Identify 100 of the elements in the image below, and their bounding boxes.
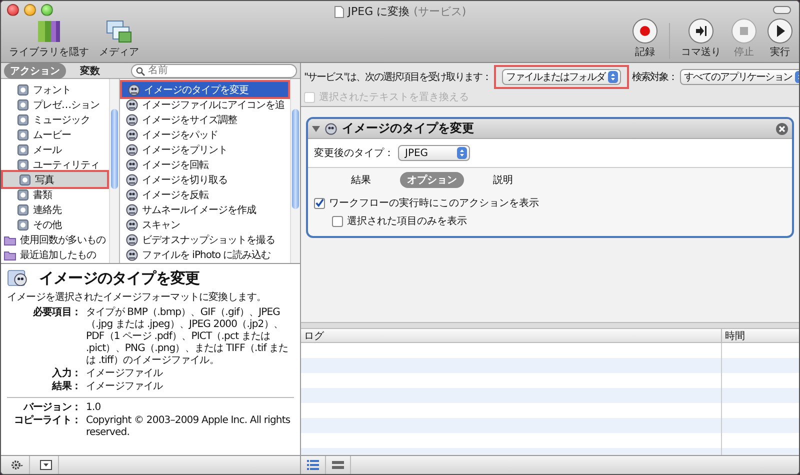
field-label: 必要項目：	[32, 307, 81, 320]
option-label: 選択された項目のみを表示	[347, 214, 467, 228]
target-label: 検索対象：	[632, 70, 678, 84]
category-item[interactable]: メール	[1, 142, 109, 157]
record-icon	[632, 18, 658, 44]
popup-value: ファイルまたはフォルダ	[506, 71, 606, 84]
popup-value: JPEG	[405, 148, 428, 158]
search-field[interactable]: 名前	[131, 64, 297, 78]
split-handle[interactable]	[301, 323, 799, 329]
category-item[interactable]: ムービー	[1, 127, 109, 142]
folder-icon	[4, 234, 16, 246]
card-tab[interactable]: 結果	[344, 172, 378, 188]
category-item[interactable]: ユーティリティ	[1, 157, 109, 172]
action-item[interactable]: イメージを切り取る	[120, 172, 290, 187]
action-item[interactable]: ファイルを iPhoto に読み込む	[120, 247, 290, 262]
category-label: フォント	[33, 84, 71, 96]
option-label: ワークフローの実行時にこのアクションを表示	[329, 196, 539, 210]
action-item[interactable]: イメージファイルにアイコンを追	[120, 97, 290, 112]
category-icon	[17, 144, 29, 156]
robot-icon	[126, 174, 138, 186]
stepper-icon	[608, 71, 618, 83]
category-item[interactable]: その他	[1, 217, 109, 232]
action-label: イメージファイルにアイコンを追	[142, 98, 284, 112]
field-value: タイプが BMP（.bmp）、GIF（.gif）、JPEG（.jpg または .jpeg）、JPEG 2000（.jp2）、PDF（1 ページ .pdf）、PICT（.pct または .pict）、PNG（.png）、または TIFF（.tif または .tiff）のイメージファイル。	[86, 307, 290, 367]
stepper-icon	[457, 147, 467, 159]
category-item[interactable]: 書類	[1, 187, 109, 202]
document-icon	[334, 6, 344, 18]
category-item[interactable]: 使用回数が多いもの	[1, 232, 109, 247]
field-label: 入力：	[51, 368, 81, 380]
action-item[interactable]: イメージを回転	[120, 157, 290, 172]
close-button[interactable]	[7, 4, 19, 16]
category-icon	[17, 218, 29, 230]
robot-icon	[126, 234, 138, 246]
category-label: 最近追加したもの	[20, 248, 96, 262]
robot-icon	[126, 128, 138, 140]
robot-icon	[126, 114, 138, 126]
action-label: イメージをプリント	[142, 144, 228, 156]
action-item[interactable]: イメージのタイプを変更	[122, 82, 288, 97]
action-label: イメージのタイプを変更	[144, 84, 248, 96]
checkbox[interactable]	[332, 216, 343, 226]
library-tab[interactable]: 変数	[74, 62, 106, 78]
field-label: バージョン：	[22, 402, 81, 414]
action-item[interactable]: サムネールイメージを作成	[120, 202, 290, 217]
toolbar-button[interactable]: ライブラリを隠す	[7, 18, 91, 59]
category-item[interactable]: プレゼ…ション	[1, 97, 109, 112]
checkbox[interactable]	[314, 198, 325, 208]
field-value: 1.0	[86, 402, 102, 414]
category-label: ムービー	[33, 128, 71, 142]
action-label: イメージをパッド	[142, 128, 218, 142]
popup-value: すべてのアプリケーション	[684, 70, 792, 84]
description-text: イメージを選択されたイメージフォーマットに変換します。	[7, 290, 268, 304]
stop-icon	[731, 18, 757, 44]
robot-icon	[126, 144, 138, 156]
toolbar-toggle-button[interactable]	[773, 6, 791, 14]
window-subtitle: (サービス)	[414, 4, 466, 19]
action-item[interactable]: イメージを反転	[120, 187, 290, 202]
disclosure-icon[interactable]	[312, 124, 320, 132]
action-item[interactable]: イメージをパッド	[120, 127, 290, 142]
category-label: メール	[33, 144, 62, 156]
input-type-popup[interactable]: ファイルまたはフォルダ	[502, 69, 622, 85]
action-item[interactable]: ビデオスナップショットを撮る	[120, 232, 290, 247]
field-value: イメージファイル	[86, 368, 164, 380]
description-title: イメージのタイプを変更	[39, 268, 200, 288]
category-item[interactable]: 連絡先	[1, 202, 109, 217]
rows-icon	[332, 460, 344, 470]
minimize-button[interactable]	[24, 4, 36, 16]
list-icon	[307, 460, 319, 470]
category-label: 書類	[33, 188, 52, 202]
toolbar-button[interactable]: 実行	[765, 18, 795, 59]
category-item[interactable]: フォント	[1, 82, 109, 97]
robot-icon	[126, 158, 138, 170]
toolbar-button[interactable]: 記録	[630, 18, 660, 59]
column-header[interactable]: ログ	[301, 329, 721, 343]
category-icon	[17, 114, 29, 126]
scrollbar[interactable]	[290, 79, 300, 263]
checkbox-label: 選択されたテキストを置き換える	[319, 90, 469, 104]
action-label: イメージを切り取る	[142, 174, 228, 186]
toolbar-button[interactable]: コマ送り	[679, 18, 723, 59]
input-type-label: "サービス"は、次の選択項目を受け取ります：	[304, 70, 492, 84]
close-icon[interactable]	[776, 122, 788, 134]
field-value: Copyright © 2003–2009 Apple Inc. All rights reserved.	[86, 415, 292, 439]
category-label: ミュージック	[33, 114, 90, 126]
robot-icon	[126, 204, 138, 216]
toolbar-button[interactable]: メディア	[97, 18, 141, 59]
action-label: イメージを回転	[142, 158, 208, 172]
type-popup[interactable]: JPEG	[398, 145, 470, 161]
zoom-button[interactable]	[41, 4, 53, 16]
action-item[interactable]: イメージをプリント	[120, 142, 290, 157]
application-popup[interactable]: すべてのアプリケーション	[680, 69, 799, 85]
window-title: JPEG に変換	[348, 4, 410, 19]
action-item[interactable]: スキャン	[120, 217, 290, 232]
play-icon	[767, 18, 793, 44]
category-item[interactable]: 写真	[3, 172, 107, 187]
card-tab[interactable]: 説明	[486, 172, 520, 188]
category-item[interactable]: 最近追加したもの	[1, 247, 109, 262]
category-item[interactable]: ミュージック	[1, 112, 109, 127]
action-label: ファイルを iPhoto に読み込む	[142, 248, 271, 262]
action-item[interactable]: イメージをサイズ調整	[120, 112, 290, 127]
scrollbar[interactable]	[109, 79, 119, 263]
robot-icon	[126, 98, 138, 110]
